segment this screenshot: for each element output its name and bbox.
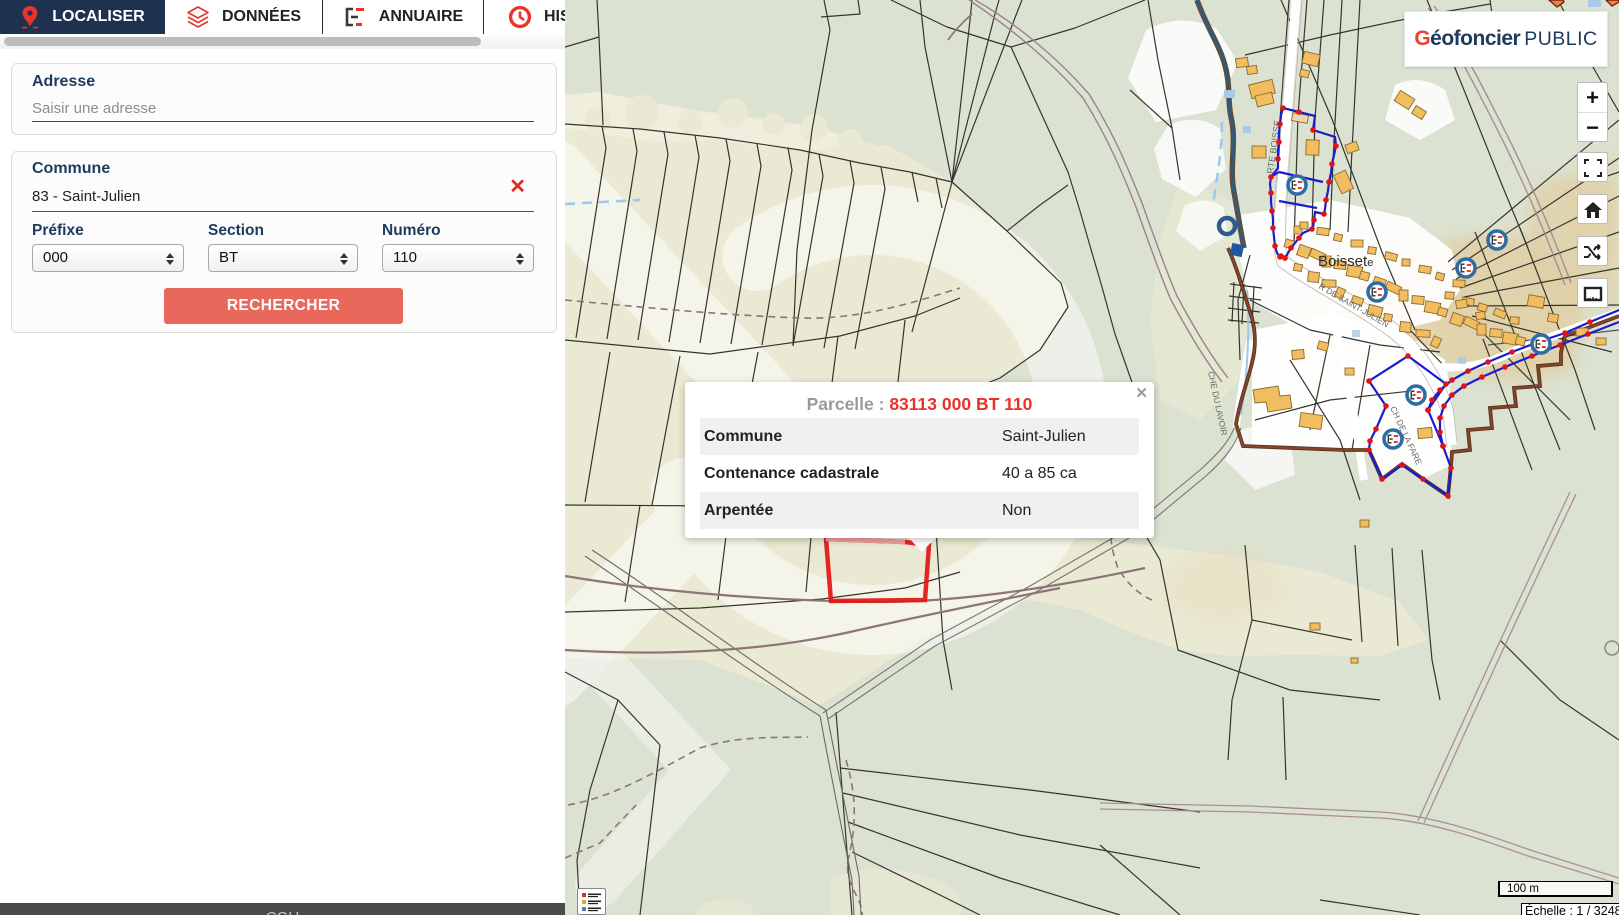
svg-text:Boissete: Boissete	[1318, 253, 1373, 270]
